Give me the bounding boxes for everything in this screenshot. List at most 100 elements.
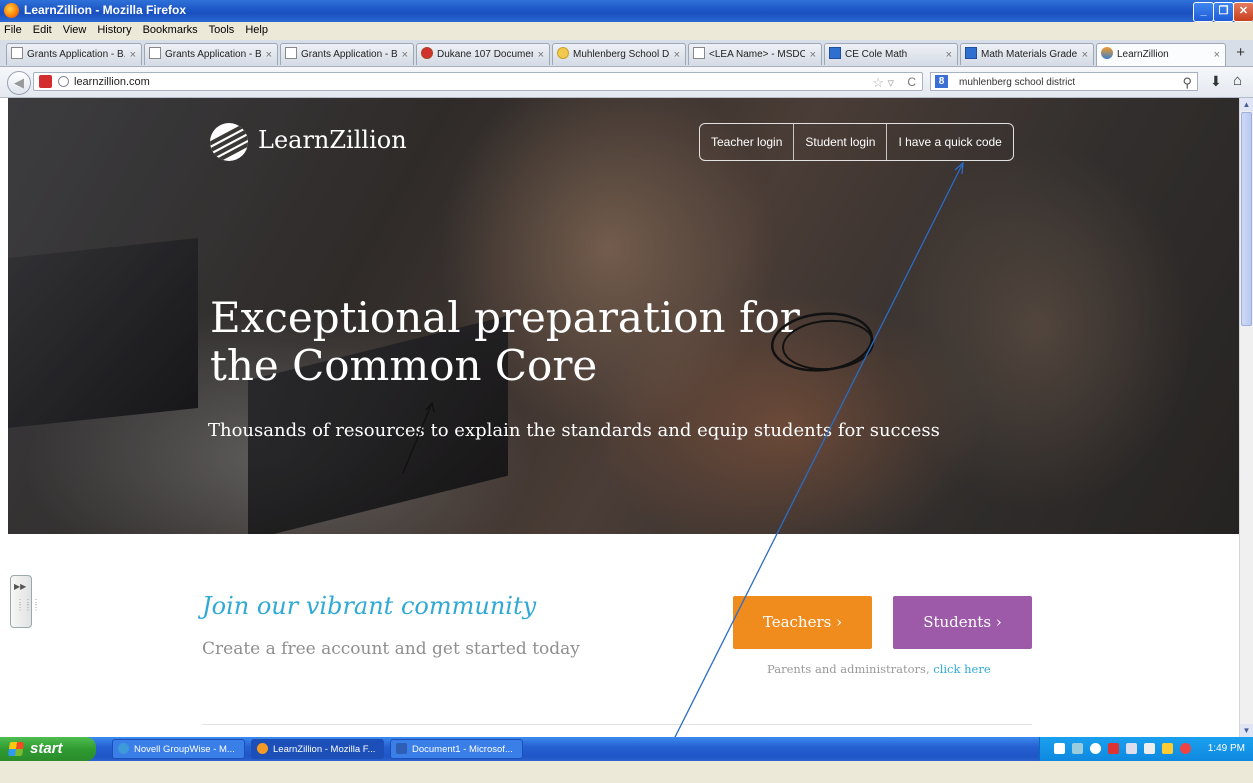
system-tray: 1:49 PM: [1039, 737, 1253, 761]
scroll-down-arrow-icon[interactable]: ▼: [1240, 724, 1253, 737]
tab-close-icon[interactable]: ×: [130, 44, 136, 65]
tab-muhlenberg[interactable]: Muhlenberg School Di...×: [552, 43, 686, 65]
join-subtitle: Create a free account and get started to…: [202, 639, 580, 659]
students-button[interactable]: Students ›: [893, 596, 1032, 649]
tab-close-icon[interactable]: ×: [266, 44, 272, 65]
search-query[interactable]: muhlenberg school district: [959, 73, 1075, 92]
tab-lea-name[interactable]: <LEA Name> - MSDC... ×: [688, 43, 822, 65]
calendar-icon[interactable]: [39, 75, 52, 88]
back-arrow-icon[interactable]: ◀: [7, 71, 31, 95]
taskbar-item-firefox[interactable]: LearnZillion - Mozilla F...: [251, 739, 384, 759]
menu-view[interactable]: View: [58, 22, 93, 36]
hero-headline: Exceptional preparation for the Common C…: [210, 293, 800, 390]
url-text[interactable]: learnzillion.com: [74, 73, 150, 92]
windows-logo-icon: [8, 742, 24, 756]
address-bar[interactable]: learnzillion.com ☆ ▿ C: [33, 72, 923, 91]
menu-history[interactable]: History: [92, 22, 137, 36]
quick-code-link[interactable]: I have a quick code: [886, 124, 1012, 160]
menu-file[interactable]: File: [0, 22, 28, 36]
tray-sound-icon[interactable]: [1090, 743, 1101, 754]
search-box[interactable]: 8 muhlenberg school district ⚲: [930, 72, 1198, 91]
download-icon[interactable]: ⬇: [1210, 73, 1222, 90]
taskbar-item-word[interactable]: Document1 - Microsof...: [390, 739, 523, 759]
tab-close-icon[interactable]: ×: [1214, 44, 1220, 66]
student-login-link[interactable]: Student login: [793, 124, 886, 160]
navigation-bar: ◀ learnzillion.com ☆ ▿ C 8 muhlenberg sc…: [0, 67, 1253, 98]
window-title: LearnZillion - Mozilla Firefox: [24, 3, 187, 17]
status-bar: [0, 761, 1253, 783]
tray-warning-icon[interactable]: [1162, 743, 1173, 754]
tab-close-icon[interactable]: ×: [538, 44, 544, 65]
window-title-bar: LearnZillion - Mozilla Firefox _ ❐ ✕: [0, 0, 1253, 22]
tab-close-icon[interactable]: ×: [946, 44, 952, 65]
tab-close-icon[interactable]: ×: [1082, 44, 1088, 65]
page-icon: [285, 47, 297, 59]
expand-arrow-icon: ▶▶: [14, 582, 27, 591]
tab-ce-cole-math[interactable]: CE Cole Math ×: [824, 43, 958, 65]
home-icon[interactable]: ⌂: [1233, 72, 1242, 89]
page-icon: [11, 47, 23, 59]
parents-text: Parents and administrators, click here: [767, 662, 991, 676]
taskbar-clock: 1:49 PM: [1207, 743, 1245, 754]
learnzillion-icon: [1101, 47, 1113, 59]
maximize-button[interactable]: ❐: [1213, 2, 1234, 22]
firefox-icon: [4, 3, 19, 18]
tab-learnzillion[interactable]: LearnZillion ×: [1096, 43, 1226, 66]
tab-dukane[interactable]: Dukane 107 Documen...×: [416, 43, 550, 65]
login-links: Teacher login Student login I have a qui…: [699, 123, 1014, 161]
groupwise-icon: [118, 743, 129, 754]
blue-icon: [965, 47, 977, 59]
brand-name: LearnZillion: [258, 126, 407, 154]
tab-close-icon[interactable]: ×: [674, 44, 680, 65]
firefox-icon: [257, 743, 268, 754]
parents-click-here-link[interactable]: click here: [933, 662, 990, 676]
bookmark-star-icon[interactable]: ☆ ▿: [872, 73, 894, 92]
word-icon: [396, 743, 407, 754]
reload-icon[interactable]: C: [907, 73, 916, 92]
windows-taskbar: start Novell GroupWise - M... LearnZilli…: [0, 737, 1253, 761]
tab-grants-2[interactable]: Grants Application - B... ×: [144, 43, 278, 65]
teachers-button[interactable]: Teachers ›: [733, 596, 872, 649]
start-button[interactable]: start: [0, 737, 96, 761]
page-viewport: LearnZillion Teacher login Student login…: [0, 98, 1239, 737]
menu-bookmarks[interactable]: Bookmarks: [138, 22, 204, 36]
page-icon: [149, 47, 161, 59]
search-engine-icon[interactable]: 8: [935, 75, 948, 88]
scroll-up-arrow-icon[interactable]: ▲: [1240, 98, 1253, 111]
hero-section: LearnZillion Teacher login Student login…: [8, 98, 1239, 534]
tray-network-icon[interactable]: [1072, 743, 1083, 754]
tab-close-icon[interactable]: ×: [402, 44, 408, 65]
red-icon: [421, 47, 433, 59]
globe-icon: [58, 76, 69, 87]
close-button[interactable]: ✕: [1233, 2, 1253, 22]
tab-close-icon[interactable]: ×: [810, 44, 816, 65]
logo-mark-icon: [210, 123, 248, 161]
tab-math-materials[interactable]: Math Materials Grade... ×: [960, 43, 1094, 65]
page-icon: [693, 47, 705, 59]
grip-icon: ⋮⋮⋮ ⋮⋮⋮: [16, 598, 40, 612]
side-panel-handle[interactable]: ▶▶ ⋮⋮⋮ ⋮⋮⋮: [10, 575, 40, 628]
tray-security-icon[interactable]: [1108, 743, 1119, 754]
minimize-button[interactable]: _: [1193, 2, 1214, 22]
section-divider: [202, 724, 1032, 725]
vertical-scrollbar[interactable]: ▲ ▼: [1239, 98, 1253, 737]
tab-grants-3[interactable]: Grants Application - B... ×: [280, 43, 414, 65]
join-title: Join our vibrant community: [202, 592, 537, 620]
menu-tools[interactable]: Tools: [204, 22, 241, 36]
taskbar-item-groupwise[interactable]: Novell GroupWise - M...: [112, 739, 245, 759]
tab-grants-1[interactable]: Grants Application - B... ×: [6, 43, 142, 65]
teacher-login-link[interactable]: Teacher login: [700, 124, 793, 160]
new-tab-icon[interactable]: +: [1236, 43, 1245, 63]
tray-antivirus-icon[interactable]: [1180, 743, 1191, 754]
yellow-icon: [557, 47, 569, 59]
tray-help-icon[interactable]: [1054, 743, 1065, 754]
tray-usb-icon[interactable]: [1126, 743, 1137, 754]
menu-help[interactable]: Help: [240, 22, 274, 36]
magnifier-icon[interactable]: ⚲: [1182, 73, 1192, 92]
menu-edit[interactable]: Edit: [28, 22, 58, 36]
menu-bar: File Edit View History Bookmarks Tools Help: [0, 22, 1253, 40]
tray-shield-icon[interactable]: [1144, 743, 1155, 754]
scroll-thumb[interactable]: [1241, 112, 1252, 326]
blue-icon: [829, 47, 841, 59]
tab-bar: Grants Application - B... × Grants Applic…: [0, 40, 1253, 67]
